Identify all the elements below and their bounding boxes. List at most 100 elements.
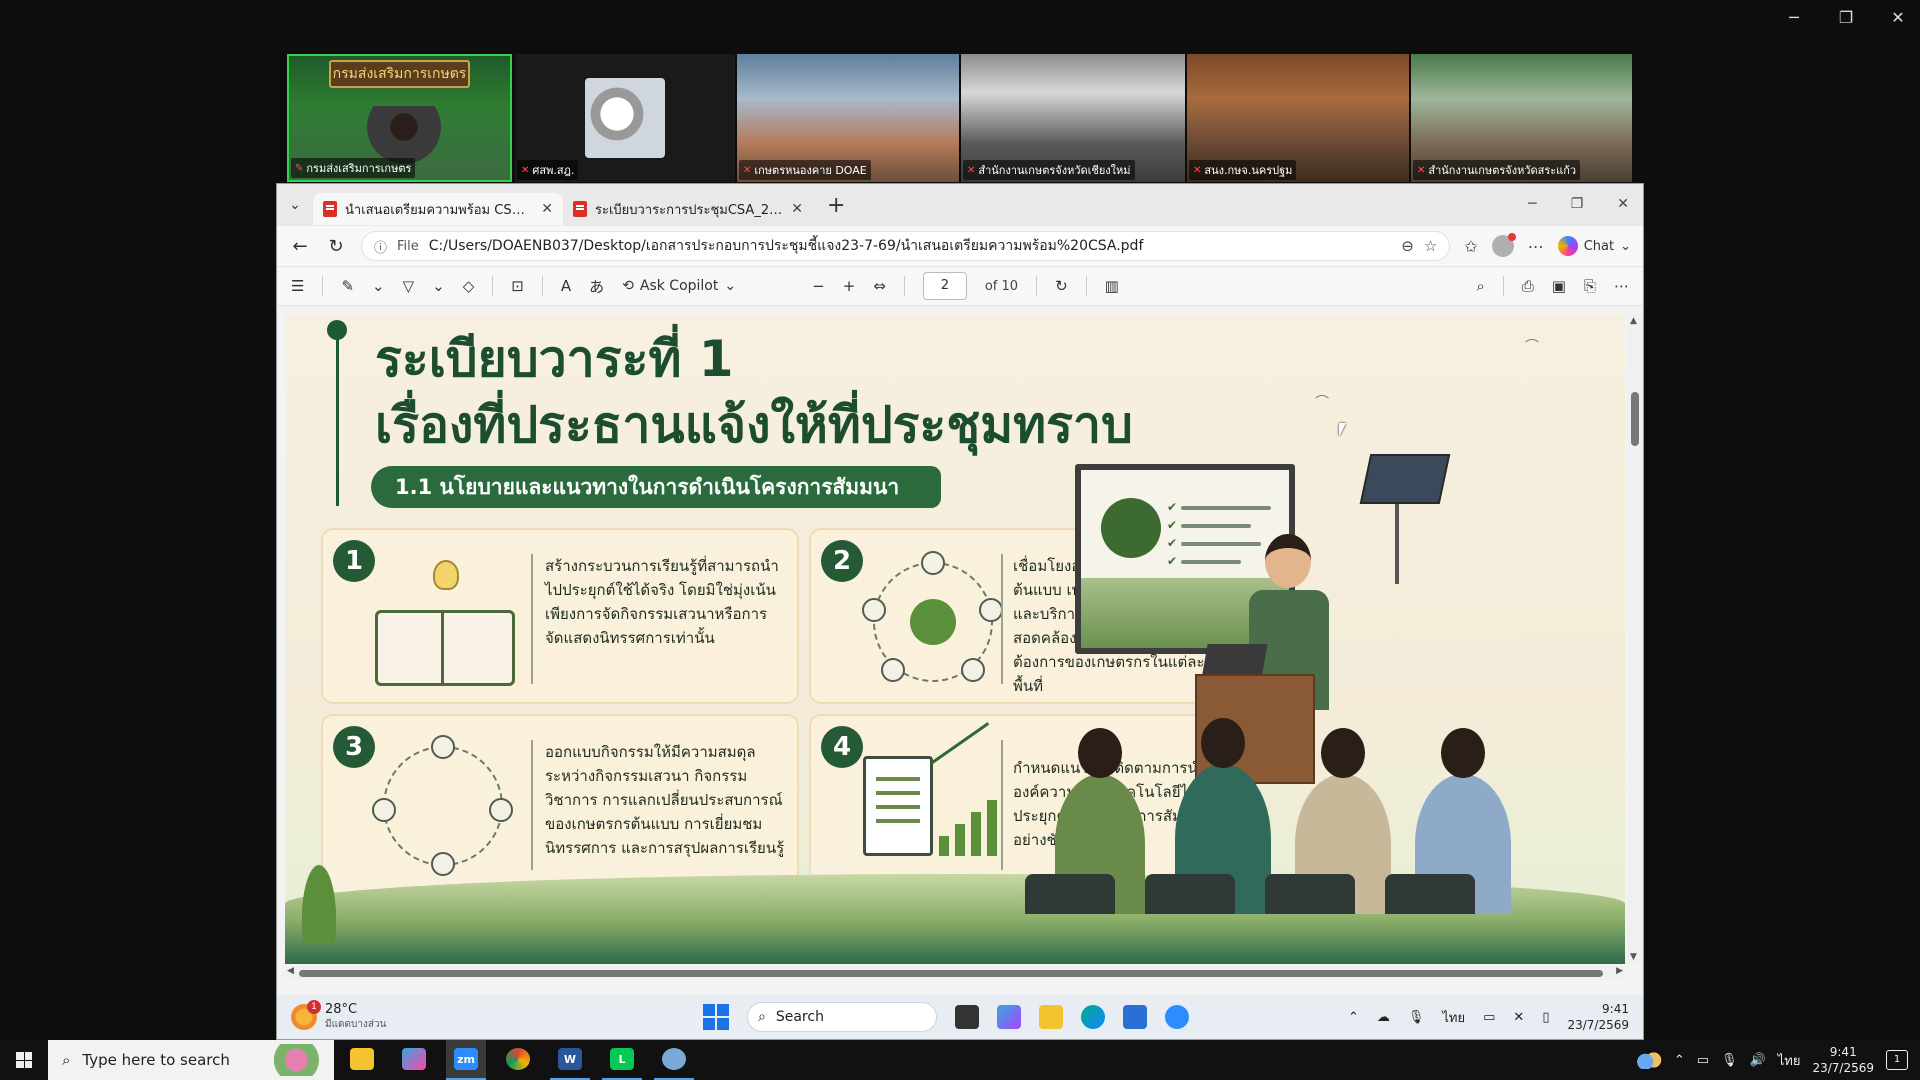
network-icon[interactable]: ▭ [1483, 1010, 1495, 1025]
notification-icon[interactable]: 1 [1886, 1050, 1908, 1070]
chevron-down-icon[interactable]: ⌄ [372, 277, 385, 295]
favorite-star-icon[interactable]: ☆ [1424, 237, 1437, 255]
folder-icon [350, 1048, 374, 1070]
word-button[interactable]: W [550, 1040, 590, 1080]
task-view-icon[interactable] [955, 1005, 979, 1029]
host-clock[interactable]: 9:41 23/7/2569 [1812, 1044, 1874, 1076]
edge-icon[interactable] [1081, 1005, 1105, 1029]
scroll-down-icon[interactable]: ▼ [1630, 952, 1637, 962]
chevron-down-icon[interactable]: ⌄ [432, 277, 445, 295]
video-tile[interactable]: ✕ สำนักงานเกษตรจังหวัดเชียงใหม่ [961, 54, 1185, 182]
close-tab-icon[interactable]: ✕ [541, 201, 553, 217]
tab-title: ระเบียบวาระการประชุมCSA_23072569 [595, 202, 783, 218]
language-indicator[interactable]: ไทย [1442, 1007, 1465, 1028]
text-box-icon[interactable]: ⊡ [511, 277, 524, 295]
new-tab-button[interactable]: + [827, 193, 845, 218]
translate-icon[interactable]: あ [589, 276, 604, 297]
minimize-button[interactable]: ─ [1782, 8, 1806, 27]
refresh-icon[interactable]: ↻ [325, 236, 347, 257]
vertical-scrollbar[interactable]: ▲ ▼ [1627, 314, 1643, 964]
print-icon[interactable]: ⎙ [1522, 277, 1534, 295]
more-icon[interactable]: ⋯ [1528, 237, 1544, 256]
save-icon[interactable]: ▣ [1552, 277, 1566, 295]
tab-pdf-agenda[interactable]: ระเบียบวาระการประชุมCSA_23072569 ✕ [563, 193, 813, 225]
maximize-icon[interactable]: ❐ [1571, 196, 1584, 212]
chevron-up-icon[interactable]: ⌃ [1348, 1010, 1359, 1025]
close-icon[interactable]: ✕ [1617, 196, 1629, 212]
read-aloud-icon[interactable]: A [561, 277, 571, 295]
app-button[interactable] [654, 1040, 694, 1080]
close-button[interactable]: ✕ [1886, 8, 1910, 27]
video-tile[interactable]: กรมส่งเสริมการเกษตร ✎ กรมส่งเสริมการเกษตร [287, 54, 512, 182]
copilot-button[interactable] [394, 1040, 434, 1080]
scroll-right-icon[interactable]: ▶ [1616, 966, 1623, 976]
profile-avatar[interactable] [1491, 233, 1516, 257]
back-arrow-icon[interactable]: ← [289, 236, 311, 257]
minimize-icon[interactable]: ─ [1528, 196, 1536, 212]
video-tile[interactable]: ✕ สำนักงานเกษตรจังหวัดสระแก้ว [1411, 54, 1632, 182]
windows-start-icon[interactable] [703, 1004, 729, 1030]
contents-list-icon[interactable]: ☰ [291, 277, 304, 295]
more-icon[interactable]: ⋯ [1614, 277, 1629, 295]
knowledge-network-icon [862, 551, 1003, 682]
horizontal-scrollbar[interactable]: ◀ ▶ [285, 966, 1625, 980]
page-view-icon[interactable]: ▥ [1105, 277, 1119, 295]
zoom-app-button[interactable]: zm [446, 1040, 486, 1080]
video-tile[interactable]: ✕ ศสพ.สฎ. [515, 54, 735, 182]
video-tile[interactable]: ✕ สนง.กษจ.นครปฐม [1187, 54, 1409, 182]
mic-icon[interactable]: 🎙 [1721, 1053, 1738, 1068]
zoom-icon[interactable] [1165, 1005, 1189, 1029]
restore-button[interactable]: ❐ [1834, 8, 1858, 27]
address-bar[interactable]: ⓘ File C:/Users/DOAENB037/Desktop/เอกสาร… [361, 231, 1451, 261]
video-tile[interactable]: ✕ เกษตรหนองคาย DOAE [737, 54, 959, 182]
weather-widget[interactable]: 1 28°C มีแดดบางส่วน [291, 1000, 611, 1032]
fit-width-icon[interactable]: ⇔ [873, 277, 886, 295]
chrome-button[interactable] [498, 1040, 538, 1080]
zoom-in-button[interactable]: + [843, 277, 856, 295]
search-icon[interactable]: ⌕ [1476, 277, 1484, 295]
file-explorer-button[interactable] [342, 1040, 382, 1080]
store-icon[interactable] [1123, 1005, 1147, 1029]
page-number-input[interactable]: 2 [922, 272, 967, 300]
chevron-up-icon[interactable]: ⌃ [1674, 1053, 1685, 1068]
start-button[interactable] [0, 1040, 48, 1080]
zoom-out-button[interactable]: − [812, 277, 825, 295]
host-search-box[interactable]: ⌕ Type here to search [48, 1040, 334, 1080]
eraser-icon[interactable]: ◇ [463, 277, 475, 295]
search-highlight-image [274, 1044, 330, 1076]
save-as-icon[interactable]: ⎘ [1584, 277, 1596, 295]
word-icon: W [558, 1048, 582, 1070]
browser-actions: ✩ ⋯ Chat ⌄ [1464, 233, 1631, 257]
draw-icon[interactable]: ▽ [403, 277, 415, 295]
volume-icon[interactable]: 🔊 [1750, 1053, 1766, 1068]
line-button[interactable]: L [602, 1040, 642, 1080]
network-icon[interactable]: ▭ [1697, 1053, 1709, 1068]
onedrive-off-icon[interactable]: ☁ [1377, 1010, 1390, 1025]
tile-caption: ✕ สำนักงานเกษตรจังหวัดเชียงใหม่ [963, 160, 1135, 180]
zoom-out-icon[interactable]: ⊖ [1401, 237, 1414, 255]
info-icon[interactable]: ⓘ [374, 237, 387, 256]
remote-system-tray: ⌃ ☁ 🎙 ไทย ▭ ✕ ▯ 9:41 23/7/2569 [1348, 1001, 1629, 1033]
scroll-thumb[interactable] [1631, 392, 1639, 446]
scroll-thumb[interactable] [299, 970, 1603, 977]
language-indicator[interactable]: ไทย [1778, 1050, 1801, 1071]
url-text[interactable]: C:/Users/DOAENB037/Desktop/เอกสารประกอบก… [429, 235, 1391, 257]
rotate-icon[interactable]: ↻ [1055, 277, 1068, 295]
mic-icon[interactable]: 🎙 [1408, 1010, 1425, 1025]
weather-icon[interactable] [1633, 1051, 1662, 1069]
tab-actions-chevron-icon[interactable]: ⌄ [277, 197, 313, 213]
ask-copilot-button[interactable]: ⟲ Ask Copilot ⌄ [622, 278, 736, 294]
m365-icon[interactable] [997, 1005, 1021, 1029]
battery-icon[interactable]: ▯ [1542, 1010, 1549, 1025]
volume-muted-icon[interactable]: ✕ [1513, 1010, 1524, 1025]
tab-pdf-presentation[interactable]: นำเสนอเตรียมความพร้อม CSA.pdf ✕ [313, 193, 563, 225]
remote-search-box[interactable]: ⌕ Search [747, 1002, 937, 1032]
close-tab-icon[interactable]: ✕ [791, 201, 803, 217]
remote-clock[interactable]: 9:41 23/7/2569 [1567, 1001, 1629, 1033]
highlight-icon[interactable]: ✎ [341, 277, 354, 295]
copilot-chat-button[interactable]: Chat ⌄ [1557, 236, 1631, 256]
scroll-left-icon[interactable]: ◀ [287, 966, 294, 976]
file-explorer-icon[interactable] [1039, 1005, 1063, 1029]
favorites-icon[interactable]: ✩ [1464, 237, 1477, 256]
scroll-up-icon[interactable]: ▲ [1630, 316, 1637, 326]
